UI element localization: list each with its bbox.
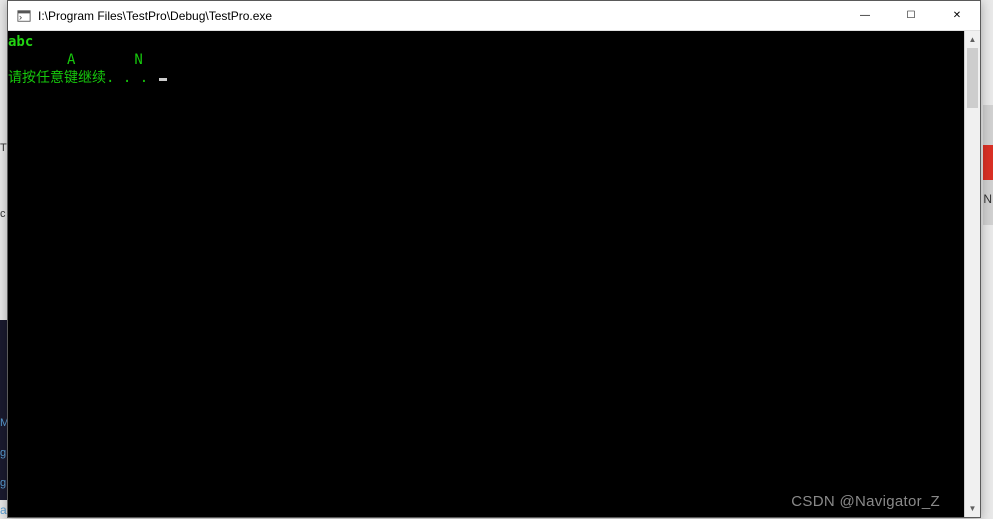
titlebar[interactable]: I:\Program Files\TestPro\Debug\TestPro.e…	[8, 1, 980, 31]
minimize-button[interactable]: —	[842, 1, 888, 30]
maximize-button[interactable]: ☐	[888, 1, 934, 30]
console-window: I:\Program Files\TestPro\Debug\TestPro.e…	[7, 0, 981, 518]
console-body: abc A N 请按任意键继续. . . CSDN @Navigator_Z ▲…	[8, 31, 980, 517]
close-button[interactable]: ✕	[934, 1, 980, 30]
watermark: CSDN @Navigator_Z	[791, 493, 940, 511]
console-line-2: A N	[8, 52, 143, 68]
console-output[interactable]: abc A N 请按任意键继续. . . CSDN @Navigator_Z	[8, 31, 964, 517]
close-icon: ✕	[953, 10, 961, 21]
scrollbar-thumb[interactable]	[967, 48, 978, 108]
minimize-icon: —	[860, 10, 870, 21]
console-prompt-line: 请按任意键继续. . .	[8, 70, 167, 86]
window-controls: — ☐ ✕	[842, 1, 980, 30]
bg-fragment: g	[0, 447, 6, 459]
console-app-icon	[16, 8, 32, 24]
scroll-down-button[interactable]: ▼	[965, 500, 980, 517]
bg-right-red	[983, 145, 993, 180]
bg-fragment: g	[0, 477, 6, 489]
text-cursor	[159, 78, 167, 81]
console-prompt-text: 请按任意键继续. . .	[8, 70, 157, 86]
maximize-icon: ☐	[907, 10, 916, 21]
vertical-scrollbar[interactable]: ▲ ▼	[964, 31, 980, 517]
scroll-up-button[interactable]: ▲	[965, 31, 980, 48]
bg-fragment: N	[983, 192, 992, 206]
bg-fragment: T	[0, 142, 7, 154]
bg-fragment: c	[0, 208, 6, 220]
chevron-up-icon: ▲	[969, 35, 977, 44]
window-title: I:\Program Files\TestPro\Debug\TestPro.e…	[38, 9, 842, 23]
console-line-1: abc	[8, 34, 33, 50]
chevron-down-icon: ▼	[969, 504, 977, 513]
